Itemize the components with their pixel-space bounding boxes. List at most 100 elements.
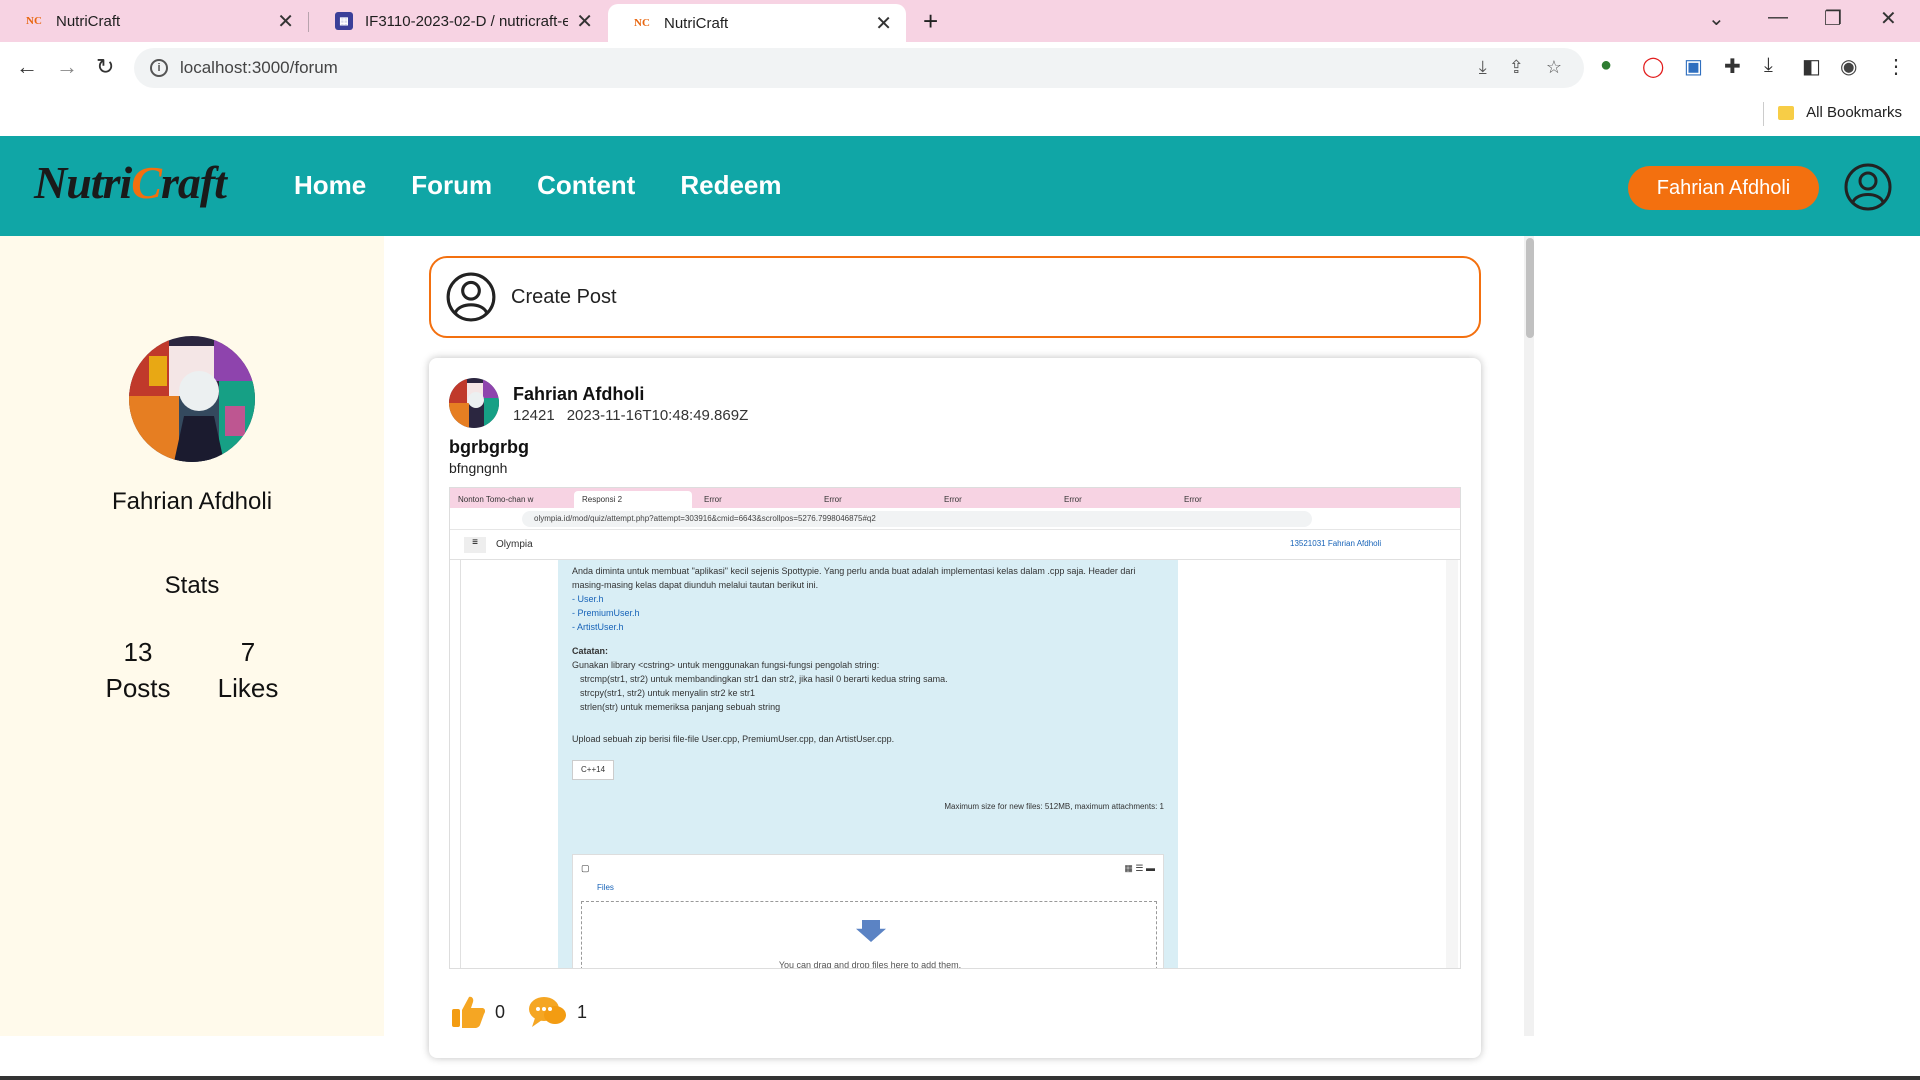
tab-title: NutriCraft — [664, 14, 729, 32]
restore-window-icon[interactable]: ❐ — [1824, 6, 1842, 31]
embedded-tab: Error — [944, 495, 962, 504]
extension-doc-icon[interactable]: ▣ — [1684, 54, 1703, 79]
browser-address-bar: ← → ↻ i localhost:3000/forum ⤓ ⇪ ☆ ● ◯ ▣… — [0, 42, 1920, 96]
profile-avatar — [129, 336, 255, 462]
all-bookmarks-label: All Bookmarks — [1806, 104, 1902, 121]
new-tab-plus-icon[interactable]: + — [923, 6, 938, 37]
browser-tab-3-active[interactable]: NC NutriCraft ✕ — [608, 4, 906, 42]
embedded-file-icon: ▢ — [581, 863, 590, 873]
tab-search-chevron-icon[interactable]: ⌄ — [1708, 6, 1725, 31]
nav-content-link[interactable]: Content — [537, 170, 635, 201]
comment-count: 1 — [577, 1001, 588, 1022]
user-profile-button[interactable]: Fahrian Afdholi — [1628, 166, 1819, 210]
close-tab-icon[interactable]: ✕ — [277, 9, 294, 34]
browser-tab-2[interactable]: ▦ IF3110-2023-02-D / nutricraft-e ✕ — [309, 0, 607, 42]
forum-feed: Create Post Fahrian Afdholi 12421 2023-1… — [384, 236, 1534, 1058]
page-scrollbar-thumb[interactable] — [1526, 238, 1534, 338]
logo-text-3: raft — [160, 157, 227, 208]
embedded-tab: Error — [1064, 495, 1082, 504]
main-nav: Home Forum Content Redeem — [294, 170, 782, 201]
profile-avatar-icon[interactable]: ◉ — [1840, 54, 1857, 79]
close-tab-icon[interactable]: ✕ — [576, 9, 593, 34]
profile-sidebar: Fahrian Afdholi Stats 13 Posts 7 Likes — [0, 236, 384, 1036]
nutricraft-favicon-icon: NC — [26, 15, 42, 27]
share-icon[interactable]: ⇪ — [1509, 57, 1524, 78]
embedded-catatan: Catatan: — [572, 646, 609, 656]
nutricraft-logo[interactable]: NutriCraft — [34, 156, 227, 209]
embedded-bullet: strlen(str) untuk memeriksa panjang sebu… — [580, 702, 781, 712]
nav-redeem-link[interactable]: Redeem — [680, 170, 781, 201]
thumbs-up-icon[interactable] — [449, 993, 487, 1031]
reload-icon[interactable]: ↻ — [96, 54, 114, 80]
embedded-bullet: strcmp(str1, str2) untuk membandingkan s… — [580, 674, 948, 684]
tab-title: IF3110-2023-02-D / nutricraft-e — [365, 12, 569, 30]
stats-title: Stats — [164, 572, 220, 599]
logo-text-2: C — [131, 157, 162, 208]
post-title: bgrbgrbg — [449, 437, 529, 457]
nav-home-link[interactable]: Home — [294, 170, 366, 201]
comment-bubble-icon[interactable] — [527, 993, 569, 1031]
embedded-lib-note: Gunakan library <cstring> untuk mengguna… — [572, 660, 880, 670]
embedded-paragraph: Anda diminta untuk membuat "aplikasi" ke… — [572, 566, 1136, 590]
back-arrow-icon[interactable]: ← — [16, 54, 38, 80]
post-author-name[interactable]: Fahrian Afdholi — [513, 384, 644, 405]
create-post-button[interactable]: Create Post — [429, 256, 1481, 338]
url-input[interactable]: i localhost:3000/forum ⤓ ⇪ ☆ — [134, 48, 1584, 88]
post-timestamp: 2023-11-16T10:48:49.869Z — [566, 407, 749, 424]
extension-opera-icon[interactable]: ◯ — [1642, 54, 1664, 79]
embedded-tab: Error — [1184, 495, 1202, 504]
extensions-puzzle-icon[interactable]: ✚ — [1724, 54, 1741, 79]
github-favicon-icon: ▦ — [335, 12, 353, 30]
site-info-icon[interactable]: i — [150, 59, 168, 77]
embedded-site-name: Olympia — [496, 539, 533, 550]
embedded-question-content: Anda diminta untuk membuat "aplikasi" ke… — [558, 560, 1178, 969]
embedded-view-icons: ▦ ☰ ▬ — [1124, 863, 1155, 873]
user-avatar-icon — [446, 272, 496, 322]
posts-stat: 13 Posts — [78, 634, 198, 706]
embedded-drop-text: You can drag and drop files here to add … — [778, 960, 962, 969]
browser-tab-1[interactable]: NC NutriCraft ✕ — [0, 0, 308, 42]
profile-name: Fahrian Afdholi — [111, 488, 273, 515]
downloads-icon[interactable]: ⤓ — [1764, 54, 1773, 77]
embedded-link-user: - User.h — [572, 594, 604, 604]
embedded-link-premium: - PremiumUser.h — [572, 608, 640, 618]
all-bookmarks-button[interactable]: All Bookmarks — [1778, 104, 1902, 121]
post-actions: 0 1 — [449, 993, 609, 1031]
embedded-app-bar: ≡ Olympia 13521031 Fahrian Afdholi — [450, 530, 1460, 560]
bookmark-star-icon[interactable]: ☆ — [1546, 57, 1562, 78]
app-header: NutriCraft Home Forum Content Redeem Fah… — [0, 136, 1920, 236]
embedded-menu-icon: ≡ — [464, 537, 486, 553]
post-author-avatar[interactable] — [449, 378, 499, 428]
embedded-max-size: Maximum size for new files: 512MB, maxim… — [944, 802, 1164, 811]
tab-title: NutriCraft — [56, 12, 121, 30]
page-scrollbar-track[interactable] — [1524, 236, 1534, 1036]
user-avatar-icon[interactable] — [1843, 162, 1893, 212]
embedded-url: olympia.id/mod/quiz/attempt.php?attempt=… — [522, 511, 1312, 527]
browser-menu-icon[interactable]: ⋮ — [1886, 54, 1906, 79]
post-image[interactable]: Nonton Tomo-chan w Responsi 2 Error Erro… — [449, 487, 1461, 969]
minimize-window-icon[interactable]: — — [1768, 6, 1788, 29]
install-app-icon[interactable]: ⤓ — [1479, 57, 1487, 78]
forward-arrow-icon[interactable]: → — [56, 54, 78, 80]
embedded-tab: Error — [704, 495, 722, 504]
extension-globe-icon[interactable]: ● — [1600, 54, 1612, 77]
embedded-divider — [460, 560, 461, 968]
nutricraft-favicon-icon: NC — [634, 17, 650, 29]
create-post-label: Create Post — [511, 285, 617, 308]
close-window-icon[interactable]: ✕ — [1880, 6, 1897, 31]
posts-count: 13 — [123, 637, 153, 667]
like-count: 0 — [495, 1001, 506, 1022]
side-panel-icon[interactable]: ◧ — [1802, 54, 1821, 79]
embedded-upload-note: Upload sebuah zip berisi file-file User.… — [572, 734, 895, 744]
nav-forum-link[interactable]: Forum — [411, 170, 492, 201]
bookmarks-bar: All Bookmarks — [0, 96, 1920, 132]
embedded-scrollbar — [1446, 560, 1458, 968]
folder-icon — [1778, 105, 1795, 120]
logo-text-1: Nutri — [34, 157, 132, 208]
post-card: Fahrian Afdholi 12421 2023-11-16T10:48:4… — [429, 358, 1481, 1058]
close-tab-icon[interactable]: ✕ — [875, 11, 892, 36]
embedded-tab: Responsi 2 — [574, 491, 692, 508]
embedded-bullet: strcpy(str1, str2) untuk menyalin str2 k… — [580, 688, 756, 698]
embedded-tab-bar: Nonton Tomo-chan w Responsi 2 Error Erro… — [450, 488, 1460, 508]
post-id: 12421 — [513, 407, 555, 424]
